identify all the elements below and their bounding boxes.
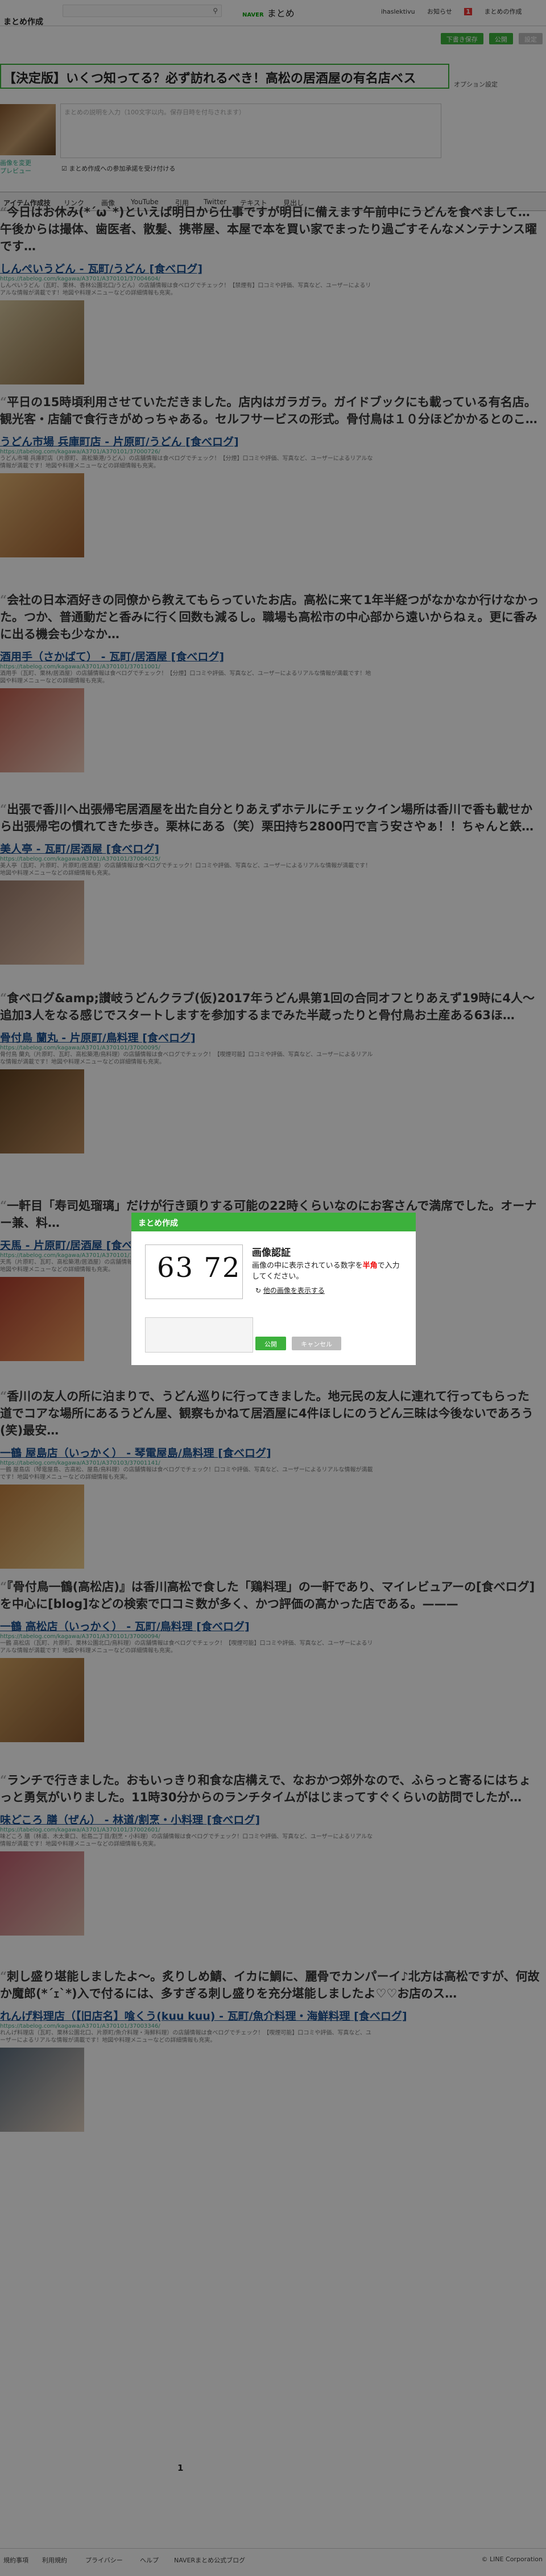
captcha-image: 63 72 <box>145 1244 243 1299</box>
dialog-header: まとめ作成 <box>131 1213 416 1231</box>
page: まとめ作成 ⚲ NAVER まとめ ihaslektivu お知らせ 1 まとめの… <box>0 0 546 2576</box>
captcha-input[interactable] <box>145 1317 253 1353</box>
reload-captcha-link[interactable]: ↻ 他の画像を表示する <box>255 1285 325 1295</box>
reload-captcha-label: 他の画像を表示する <box>263 1287 325 1295</box>
dialog-buttons: 公開 キャンセル <box>255 1337 345 1350</box>
dialog-title: 画像認証 <box>252 1247 291 1259</box>
desc-pre: 画像の中に表示されている数字を <box>252 1262 363 1270</box>
captcha-text: 63 72 <box>157 1252 241 1284</box>
submit-button[interactable]: 公開 <box>255 1337 286 1350</box>
desc-emphasis: 半角 <box>362 1262 378 1270</box>
cancel-button[interactable]: キャンセル <box>292 1337 342 1350</box>
dialog-description: 画像の中に表示されている数字を半角で入力してください。 <box>252 1260 406 1282</box>
captcha-dialog: まとめ作成 63 72 画像認証 画像の中に表示されている数字を半角で入力してく… <box>131 1212 416 1366</box>
